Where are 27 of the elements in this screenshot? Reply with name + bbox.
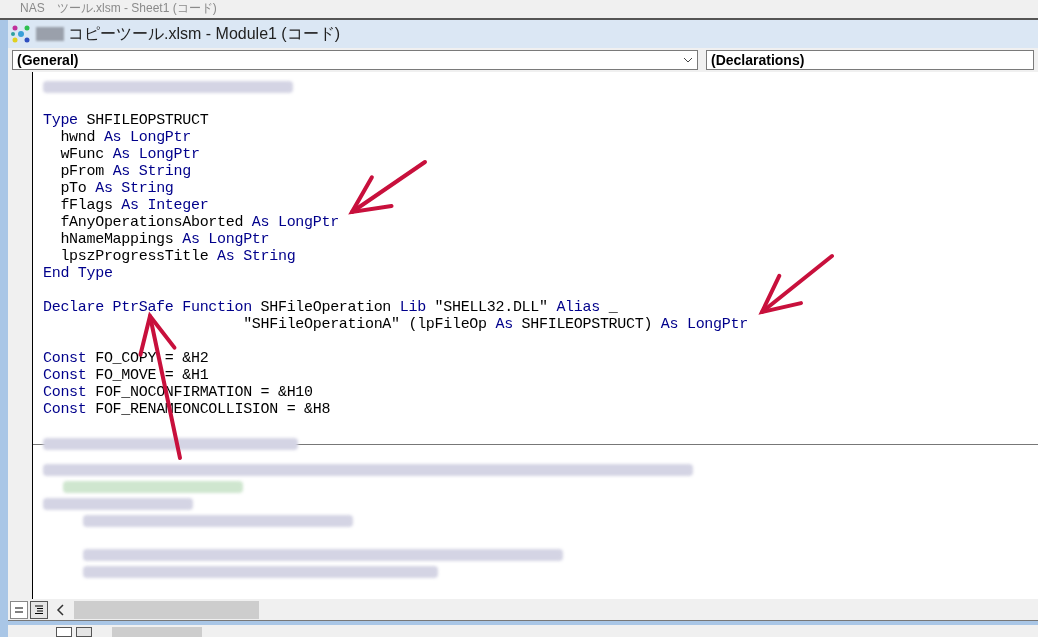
code-line: fFlags As Integer xyxy=(59,197,210,214)
object-dropdown[interactable]: (General) xyxy=(12,50,698,70)
procedure-dropdown[interactable]: (Declarations) xyxy=(706,50,1034,70)
module-view-button[interactable] xyxy=(30,600,48,619)
lines-icon xyxy=(34,604,44,615)
code-line: End Type xyxy=(43,265,114,282)
scrollbar-thumb[interactable] xyxy=(74,600,259,619)
code-line: "SHFileOperationA" (lpFileOp As SHFILEOPSTRUCT) As LongPtr xyxy=(242,316,749,333)
procedure-view-button[interactable] xyxy=(10,600,28,619)
code-line: hNameMappings As LongPtr xyxy=(59,231,271,248)
code-line: Const FO_MOVE = &H1 xyxy=(43,367,210,384)
background-window-title: ツール.xlsm - Sheet1 (コード) xyxy=(56,0,217,16)
background-window-title: NAS xyxy=(20,0,45,16)
code-line: hwnd As LongPtr xyxy=(59,129,192,146)
code-line: Declare PtrSafe Function SHFileOperation Lib "SHELL32.DLL" Alias _ xyxy=(43,299,619,316)
module-icon xyxy=(10,23,32,45)
code-line: lpszProgressTitle As String xyxy=(59,248,297,265)
code-line: pFrom As String xyxy=(59,163,192,180)
code-line: pTo As String xyxy=(59,180,175,197)
lines-icon xyxy=(14,605,24,614)
blurred-text xyxy=(36,27,64,41)
code-line: Const FO_COPY = &H2 xyxy=(43,350,210,367)
code-line: Type SHFILEOPSTRUCT xyxy=(43,112,210,129)
chevron-down-icon xyxy=(683,57,693,63)
code-line: wFunc As LongPtr xyxy=(59,146,201,163)
code-line: fAnyOperationsAborted As LongPtr xyxy=(59,214,340,231)
window-title: コピーツール.xlsm - Module1 (コード) xyxy=(68,24,341,44)
